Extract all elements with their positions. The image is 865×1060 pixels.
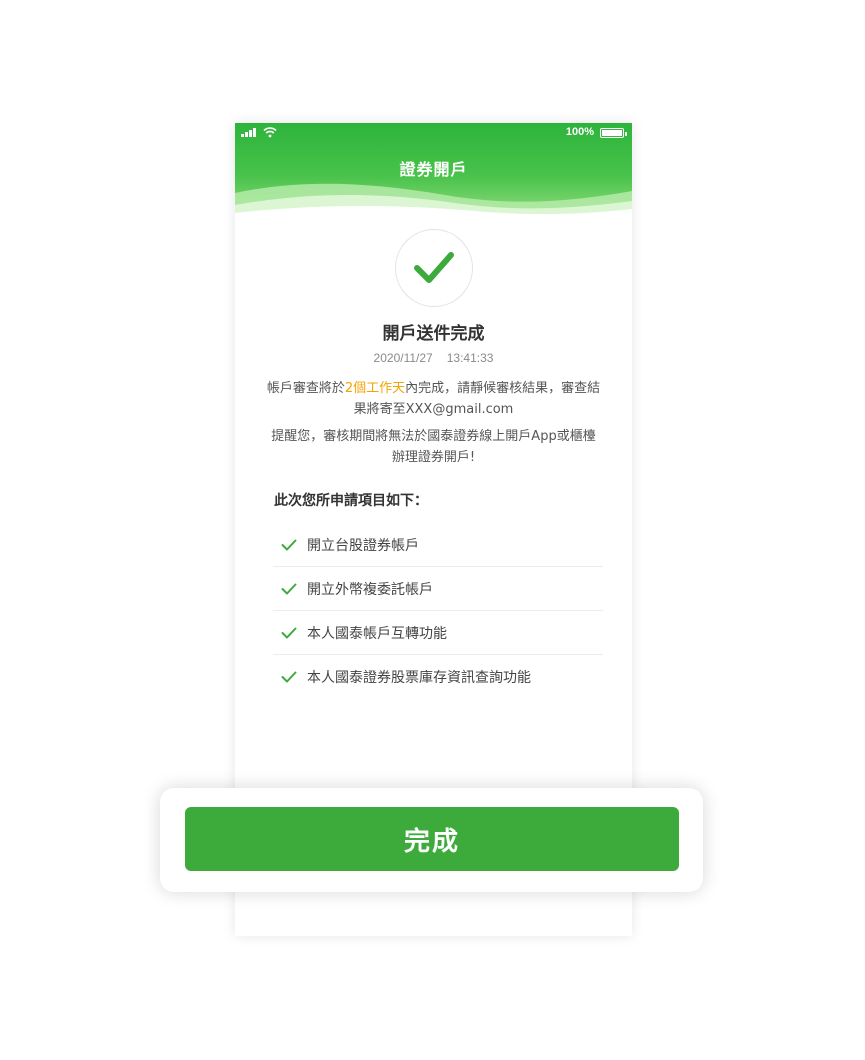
success-badge xyxy=(395,229,473,307)
submission-timestamp: 2020/11/27 13:41:33 xyxy=(235,351,632,365)
list-item: 開立台股證券帳戶 xyxy=(273,523,603,567)
battery-icon xyxy=(600,128,627,138)
list-item-label: 開立台股證券帳戶 xyxy=(307,537,419,554)
reminder-message: 提醒您，審核期間將無法於國泰證券線上開戶App或櫃檯辦理證券開戶! xyxy=(271,429,596,465)
list-item-label: 本人國泰證券股票庫存資訊查詢功能 xyxy=(307,670,531,686)
submission-date: 2020/11/27 xyxy=(373,351,433,365)
list-item-label: 本人國泰帳戶互轉功能 xyxy=(307,625,447,642)
check-icon xyxy=(414,252,454,283)
applied-items-title: 此次您所申請項目如下： xyxy=(274,493,428,509)
signal-icon xyxy=(241,128,256,137)
list-item: 本人國泰證券股票庫存資訊查詢功能 xyxy=(273,655,603,699)
page-title: 證券開戶 xyxy=(399,160,468,179)
review-period-highlight: 2個工作天 xyxy=(344,381,406,396)
header: 100% 證券開戶 xyxy=(235,123,632,218)
battery-percentage: 100% xyxy=(565,126,594,138)
list-item-label: 開立外幣複委託帳戶 xyxy=(307,581,433,598)
done-button[interactable]: 完成 xyxy=(185,807,679,871)
review-message: 帳戶審查將於2個工作天內完成，請靜候審核結果，審查結果將寄至XXX@gmail.… xyxy=(266,381,601,417)
wifi-icon xyxy=(263,127,277,138)
list-item: 開立外幣複委託帳戶 xyxy=(273,567,603,611)
result-title: 開戶送件完成 xyxy=(382,324,485,344)
submission-time: 13:41:33 xyxy=(446,351,494,365)
applied-items-list: 開立台股證券帳戶 開立外幣複委託帳戶 本人國泰帳戶互轉功能 本人國泰證券股票庫存… xyxy=(273,523,603,699)
check-icon xyxy=(281,627,297,638)
list-item: 本人國泰帳戶互轉功能 xyxy=(273,611,603,655)
check-icon xyxy=(281,583,297,594)
check-icon xyxy=(281,539,297,550)
check-icon xyxy=(281,671,297,683)
status-bar: 100% xyxy=(235,123,632,143)
